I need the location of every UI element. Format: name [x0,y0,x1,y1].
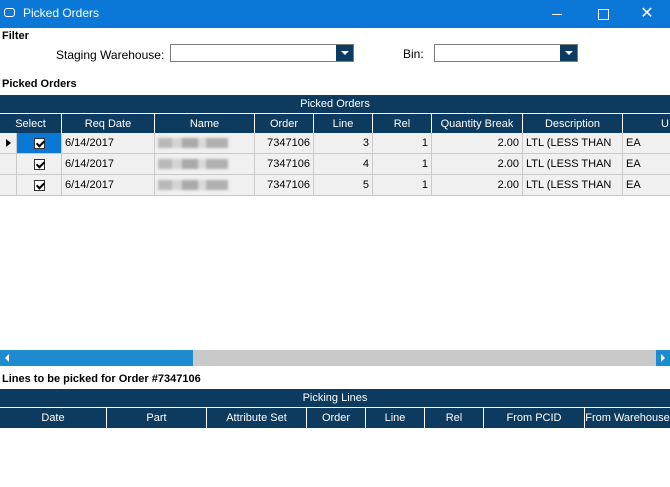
col-order[interactable]: Order [307,408,366,428]
line-cell: 3 [314,133,373,153]
req-date-cell: 6/14/2017 [62,175,155,195]
col-rel[interactable]: Rel [425,408,484,428]
name-cell [155,133,255,153]
col-attribute-set[interactable]: Attribute Set [207,408,307,428]
horizontal-scrollbar[interactable] [0,350,670,366]
col-order[interactable]: Order [255,114,314,134]
picking-lines-header: Date Part Attribute Set Order Line Rel F… [0,408,670,428]
title-bar: Picked Orders ✕ [0,0,670,28]
scrollbar-thumb[interactable] [14,350,193,366]
close-icon: ✕ [640,5,654,22]
req-date-cell: 6/14/2017 [62,154,155,174]
redacted-name [158,159,228,169]
bin-label: Bin: [403,47,424,61]
description-cell: LTL (LESS THAN [523,175,623,195]
order-cell: 7347106 [255,133,314,153]
col-uom[interactable]: U [623,114,670,134]
table-row[interactable]: 6/14/2017 7347106 5 1 2.00 LTL (LESS THA… [0,175,670,196]
line-cell: 5 [314,175,373,195]
rel-cell: 1 [373,154,432,174]
row-indicator [0,154,17,174]
line-cell: 4 [314,154,373,174]
col-select[interactable]: Select [0,114,62,134]
maximize-button[interactable] [580,0,626,28]
req-date-cell: 6/14/2017 [62,133,155,153]
picked-orders-band: Picked Orders [0,95,670,113]
order-cell: 7347106 [255,175,314,195]
col-rel[interactable]: Rel [373,114,432,134]
col-date[interactable]: Date [0,408,107,428]
chevron-down-icon[interactable] [336,45,353,61]
uom-cell: EA [626,158,641,170]
col-name[interactable]: Name [155,114,255,134]
minimize-button[interactable] [534,0,580,28]
col-quantity-break[interactable]: Quantity Break [432,114,523,134]
name-cell [155,154,255,174]
filter-section-label: Filter [2,30,29,42]
chevron-right-icon [661,354,665,362]
staging-warehouse-combo[interactable] [170,44,354,62]
scroll-right-button[interactable] [656,350,670,366]
redacted-name [158,180,228,190]
description-cell: LTL (LESS THAN [523,133,623,153]
row-indicator [0,175,17,195]
picked-orders-header: Select Req Date Name Order Line Rel Quan… [0,114,670,134]
maximize-icon [597,8,609,20]
uom-cell: EA [626,137,641,149]
app-icon [4,8,15,17]
description-cell: LTL (LESS THAN [523,154,623,174]
select-cell[interactable] [17,154,62,174]
order-cell: 7347106 [255,154,314,174]
uom-cell: EA [626,179,641,191]
col-from-warehouse[interactable]: From Warehouse [585,408,670,428]
select-checkbox[interactable] [33,137,45,149]
quantity-break-cell: 2.00 [432,175,523,195]
col-req-date[interactable]: Req Date [62,114,155,134]
picking-lines-band: Picking Lines [0,389,670,407]
rel-cell: 1 [373,175,432,195]
col-description[interactable]: Description [523,114,623,134]
select-cell[interactable] [17,133,62,153]
current-row-icon [6,139,11,147]
chevron-down-icon[interactable] [560,45,577,61]
row-indicator [0,133,17,153]
lines-to-pick-section-label: Lines to be picked for Order #7347106 [2,373,201,385]
select-checkbox[interactable] [33,179,45,191]
rel-cell: 1 [373,133,432,153]
quantity-break-cell: 2.00 [432,154,523,174]
redacted-name [158,138,228,148]
col-line[interactable]: Line [366,408,425,428]
select-cell[interactable] [17,175,62,195]
select-checkbox[interactable] [33,158,45,170]
staging-warehouse-label: Staging Warehouse: [56,48,165,62]
scroll-left-button[interactable] [0,350,14,366]
col-part[interactable]: Part [107,408,207,428]
picked-orders-section-label: Picked Orders [2,78,77,90]
minimize-icon [552,13,562,15]
chevron-left-icon [5,354,9,362]
close-button[interactable]: ✕ [624,0,670,28]
col-line[interactable]: Line [314,114,373,134]
table-row[interactable]: 6/14/2017 7347106 4 1 2.00 LTL (LESS THA… [0,154,670,175]
col-from-pcid[interactable]: From PCID [484,408,585,428]
bin-combo[interactable] [434,44,578,62]
table-row[interactable]: 6/14/2017 7347106 3 1 2.00 LTL (LESS THA… [0,133,670,154]
name-cell [155,175,255,195]
quantity-break-cell: 2.00 [432,133,523,153]
window-title: Picked Orders [23,6,100,20]
